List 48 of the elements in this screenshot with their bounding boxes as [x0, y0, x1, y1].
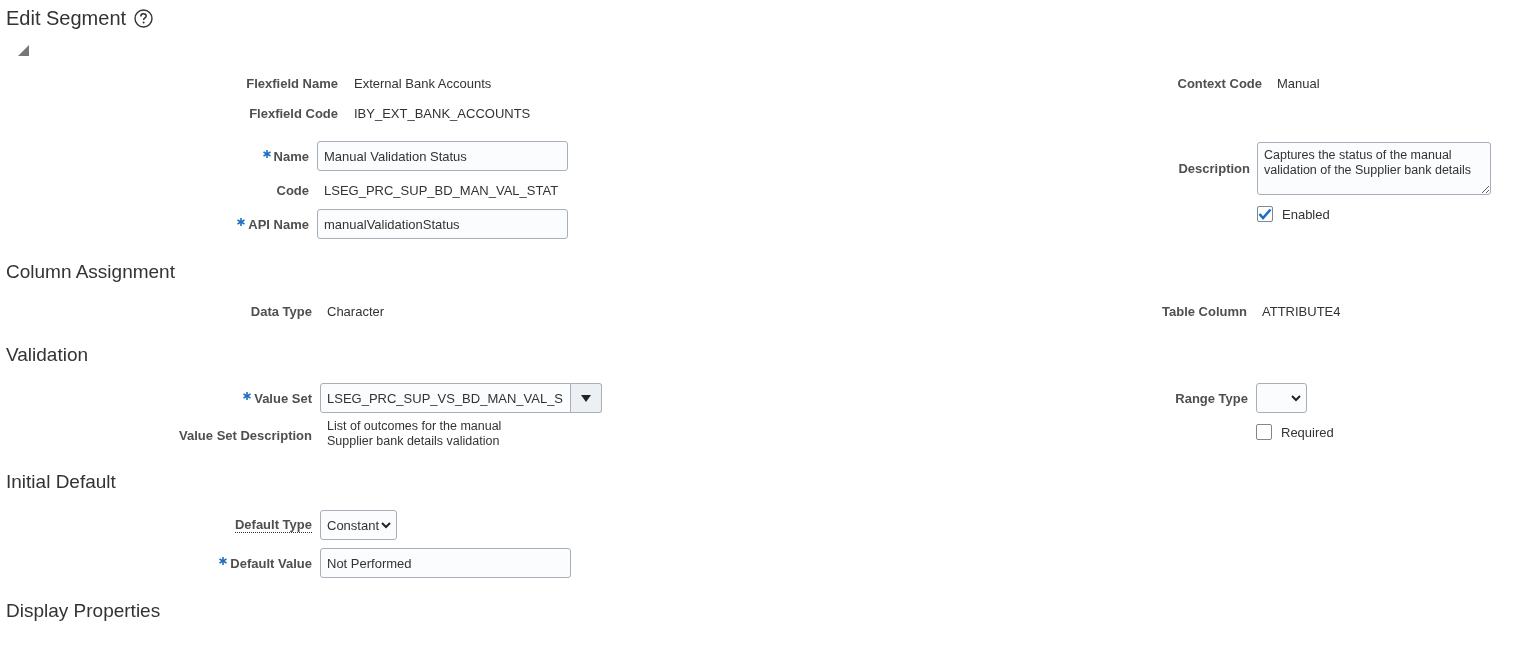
field-label: Flexfield Name [246, 75, 338, 91]
section-title: Column Assignment [6, 261, 175, 283]
text-field[interactable]: Manual Validation Status [317, 141, 568, 171]
caret-icon [581, 394, 591, 402]
field-value: IBY_EXT_BANK_ACCOUNTS [354, 105, 531, 121]
help-icon[interactable] [134, 8, 154, 28]
field-value: Character [327, 303, 385, 319]
field-label: Value Set [254, 390, 312, 406]
description-field[interactable]: Captures the status of the manual validation of the Supplier bank details [1257, 142, 1491, 195]
field-label: Range Type [1175, 390, 1248, 406]
collapse-icon[interactable] [18, 44, 29, 56]
checkbox-label: Required [1281, 424, 1334, 440]
field-value: External Bank Accounts [354, 75, 492, 91]
section-title: Initial Default [6, 471, 116, 493]
required-icon [237, 217, 246, 226]
select-field[interactable]: Constant [320, 510, 398, 540]
field-label: Flexfield Code [249, 105, 338, 121]
required-icon [219, 556, 228, 565]
page-title: Edit Segment [6, 6, 127, 30]
field-label: Code [276, 182, 309, 198]
required-icon [262, 149, 271, 158]
value-set-field[interactable]: LSEG_PRC_SUP_VS_BD_MAN_VAL_S [320, 383, 571, 413]
field-label: Value Set Description [179, 427, 312, 443]
field-value: LSEG_PRC_SUP_BD_MAN_VAL_STAT [323, 182, 559, 198]
section-title: Display Properties [6, 600, 161, 622]
value-set-description: List of outcomes for the manual [327, 419, 502, 434]
chevron-icon [381, 521, 392, 529]
field-label: Description [1178, 161, 1250, 176]
checkbox[interactable] [1256, 424, 1272, 440]
field-value: Manual [1277, 75, 1320, 91]
field-value: ATTRIBUTE4 [1262, 303, 1341, 319]
field-label: Table Column [1162, 303, 1247, 319]
text-field[interactable]: manualValidationStatus [317, 209, 568, 239]
field-label: Context Code [1177, 75, 1262, 91]
value-set-description: Supplier bank details validation [327, 434, 501, 449]
required-icon [243, 391, 252, 400]
dropdown-button[interactable] [571, 383, 602, 413]
field-label: Data Type [250, 303, 312, 319]
checkbox-label: Enabled [1282, 206, 1330, 222]
checkbox[interactable] [1257, 206, 1273, 222]
field-label: API Name [248, 216, 309, 232]
text-field[interactable]: Not Performed [320, 548, 571, 578]
select-field[interactable] [1256, 383, 1307, 413]
field-label: Default Type [234, 517, 312, 533]
section-title: Validation [6, 344, 89, 366]
field-label: Default Value [230, 555, 312, 571]
field-label: Name [273, 148, 309, 164]
chevron-icon [1291, 394, 1301, 402]
